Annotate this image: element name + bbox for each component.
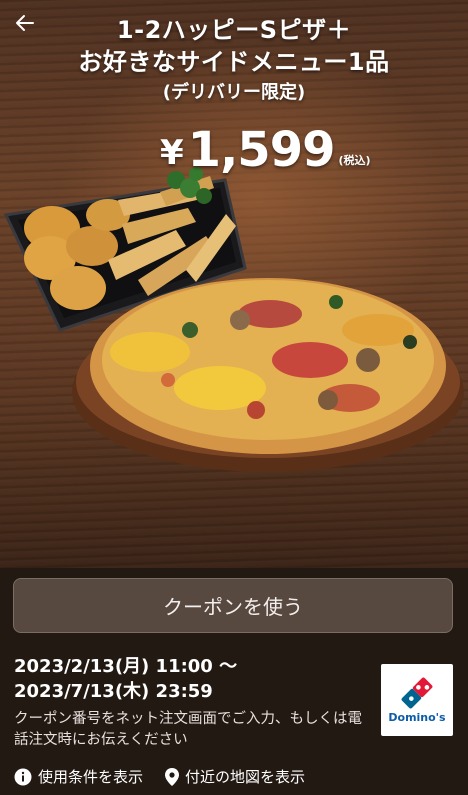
price-value: 1,599: [187, 122, 336, 178]
footer-links: 使用条件を表示 付近の地図を表示: [14, 766, 305, 787]
back-button[interactable]: [10, 8, 40, 38]
terms-link-label: 使用条件を表示: [38, 768, 144, 786]
offer-title: 1-2ハッピーSピザ＋ お好きなサイドメニュー1品 (デリバリー限定): [60, 14, 408, 106]
arrow-left-icon: [16, 15, 34, 31]
location-pin-icon: [165, 767, 180, 786]
map-link-label: 付近の地図を表示: [185, 768, 306, 786]
delivery-only-label: (デリバリー限定): [162, 82, 306, 103]
map-link[interactable]: 付近の地図を表示: [165, 766, 305, 787]
yen-symbol: ¥: [160, 133, 184, 173]
title-line-1: 1-2ハッピーSピザ＋: [116, 16, 352, 44]
hero-image: 1-2ハッピーSピザ＋ お好きなサイドメニュー1品 (デリバリー限定) ¥ 1,…: [0, 0, 468, 568]
valid-to: 2023/7/13(木) 23:59: [14, 681, 213, 702]
dominos-domino-icon: [401, 677, 433, 708]
info-icon: [14, 768, 32, 785]
title-line-2: お好きなサイドメニュー1品: [78, 48, 390, 76]
price: ¥ 1,599 (税込): [160, 118, 380, 178]
coupon-panel: クーポンを使う 2023/2/13(月) 11:00 〜 2023/7/13(木…: [0, 568, 468, 795]
dominos-logo: Domino's: [381, 664, 453, 736]
use-coupon-button[interactable]: クーポンを使う: [13, 578, 453, 633]
validity-period: 2023/2/13(月) 11:00 〜 2023/7/13(木) 23:59: [14, 654, 237, 704]
tax-included-label: (税込): [338, 154, 371, 167]
coupon-usage-note: クーポン番号をネット注文画面でご入力、もしくは電話注文時にお伝えください: [14, 711, 362, 748]
valid-from: 2023/2/13(月) 11:00 〜: [14, 656, 238, 677]
terms-link[interactable]: 使用条件を表示: [14, 766, 143, 787]
logo-text: Domino's: [388, 710, 446, 724]
